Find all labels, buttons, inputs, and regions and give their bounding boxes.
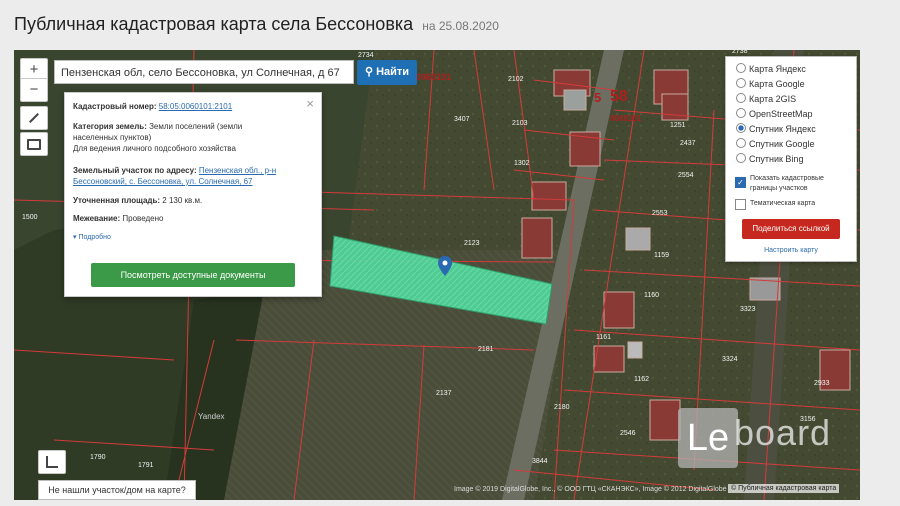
expand-icon	[46, 456, 58, 469]
parcel-label: 2546	[620, 430, 636, 437]
location-marker-icon[interactable]	[438, 256, 452, 276]
parcel-label: 2181	[478, 346, 494, 353]
parcel-label: 1162	[634, 376, 650, 383]
parcel-label: 2738	[732, 50, 748, 55]
layer-option-selected[interactable]: Спутник Яндекс	[736, 122, 816, 136]
yandex-logo: Yandex	[198, 412, 225, 421]
radio-icon	[736, 138, 746, 148]
parcel-label: 2123	[464, 240, 480, 247]
parcel-label: 2180	[554, 404, 570, 411]
parcel-label: 1302	[514, 160, 530, 167]
layer-switcher: Карта Яндекс Карта Google Карта 2GIS Ope…	[725, 56, 857, 262]
land-use-value: Для ведения личного подсобного хозяйства	[73, 144, 236, 153]
parcel-label: 1159	[654, 252, 670, 259]
parcel-label: 2102	[508, 76, 524, 83]
cadastral-number-link[interactable]: 58:05:0060101:2101	[159, 102, 232, 111]
ruler-icon	[29, 113, 39, 123]
layer-option[interactable]: Карта Яндекс	[736, 62, 806, 76]
layer-option[interactable]: OpenStreetMap	[736, 107, 813, 121]
land-category-value-2: населенных пунктов)	[73, 133, 152, 142]
parcel-label: 3407	[454, 116, 470, 123]
layer-option[interactable]: Спутник Bing	[736, 152, 803, 166]
address-link-2[interactable]: Бессоновский, с. Бессоновка, ул. Солнечн…	[73, 177, 253, 186]
imagery-attribution: Image © 2019 DigitalGlobe, Inc., © ООО Г…	[454, 486, 727, 493]
radio-icon	[736, 78, 746, 88]
radio-icon	[736, 63, 746, 73]
page-title-text: Публичная кадастровая карта села Бессоно…	[14, 14, 414, 34]
survey-label: Межевание:	[73, 214, 121, 223]
parcel-label: 1251	[670, 122, 686, 129]
watermark-text: board	[734, 412, 832, 453]
radio-icon	[736, 93, 746, 103]
parcel-label: 1500	[22, 214, 38, 221]
search-input[interactable]: Пензенская обл, село Бессоновка, ул Солн…	[54, 60, 354, 84]
land-category-value: Земли поселений (земли	[149, 122, 243, 131]
not-found-button[interactable]: Не нашли участок/дом на карте?	[38, 480, 196, 500]
cadastral-map[interactable]: 58 5 0060101 0060101 2102 2103 3407 1302…	[14, 50, 860, 500]
show-borders-label: Показать кадастровые границы участков	[750, 175, 824, 192]
parcel-label: 1161	[596, 334, 612, 341]
parcel-label: 3324	[722, 356, 738, 363]
cadastral-number-label: Кадастровый номер:	[73, 102, 157, 111]
area-label: Уточненная площадь:	[73, 196, 161, 205]
search-button-label: Найти	[376, 66, 410, 78]
radio-icon	[736, 153, 746, 163]
area-value: 2 130 кв.м.	[162, 196, 203, 205]
parcel-label: 2137	[436, 390, 452, 397]
zoom-out-button[interactable]: −	[20, 78, 48, 102]
watermark: Le board	[678, 408, 856, 468]
parcel-label: 2553	[652, 210, 668, 217]
page-date: на 25.08.2020	[422, 19, 499, 33]
quarter-label: 58	[610, 88, 628, 105]
radio-selected-icon	[736, 123, 746, 133]
search-button[interactable]: ⚲ Найти	[357, 60, 417, 85]
quarter-digit: 5	[594, 90, 602, 105]
measure-button[interactable]	[20, 106, 48, 130]
details-toggle[interactable]: ▾ Подробно	[73, 233, 111, 241]
address-label: Земельный участок по адресу:	[73, 166, 197, 175]
quarter-code: 0060101	[610, 114, 642, 123]
page-title: Публичная кадастровая карта села Бессоно…	[14, 14, 499, 35]
parcel-label: 2437	[680, 140, 696, 147]
thematic-checkbox[interactable]	[735, 199, 746, 210]
layer-option[interactable]: Карта Google	[736, 77, 805, 91]
parcel-label: 2933	[814, 380, 830, 387]
parcel-label: 2554	[678, 172, 694, 179]
quarter-code: 0060101	[416, 72, 452, 82]
radio-icon	[736, 108, 746, 118]
rosreestr-attribution[interactable]: © Публичная кадастровая карта	[728, 484, 840, 493]
view-documents-button[interactable]: Посмотреть доступные документы	[91, 263, 295, 287]
parcel-label: 2103	[512, 120, 528, 127]
print-icon	[27, 138, 41, 150]
watermark-logo: Le	[678, 408, 738, 468]
thematic-label: Тематическая карта	[750, 200, 816, 207]
setup-map-link[interactable]: Настроить карту	[726, 247, 856, 254]
land-category-label: Категория земель:	[73, 122, 147, 131]
fullscreen-button[interactable]	[38, 450, 66, 474]
parcel-label: 1790	[90, 454, 106, 461]
layer-option[interactable]: Карта 2GIS	[736, 92, 796, 106]
survey-value: Проведено	[122, 214, 164, 223]
print-button[interactable]	[20, 132, 48, 156]
parcel-label: 2734	[358, 52, 374, 59]
share-link-button[interactable]: Поделиться ссылкой	[742, 219, 840, 239]
layer-option[interactable]: Спутник Google	[736, 137, 814, 151]
address-link[interactable]: Пензенская обл., р-н	[199, 166, 276, 175]
parcel-label: 1791	[138, 462, 154, 469]
parcel-label: 3323	[740, 306, 756, 313]
search-icon: ⚲	[364, 66, 373, 78]
parcel-label: 3844	[532, 458, 548, 465]
show-borders-checkbox[interactable]: ✓	[735, 177, 746, 188]
parcel-label: 1160	[644, 292, 660, 299]
parcel-info-card: × Кадастровый номер: 58:05:0060101:2101 …	[64, 92, 322, 297]
